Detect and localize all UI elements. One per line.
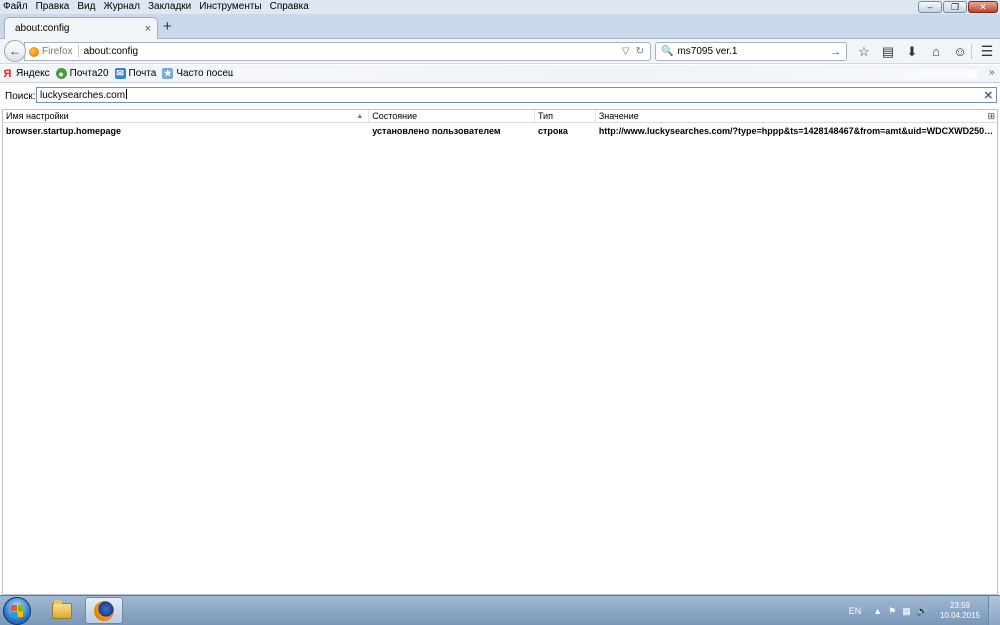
clear-search-icon[interactable]: ✕: [984, 89, 993, 102]
column-picker-icon[interactable]: ⊞: [987, 111, 995, 122]
search-bar[interactable]: 🔍 ms7095 ver.1 →: [655, 42, 847, 61]
menu-history[interactable]: Журнал: [99, 0, 144, 14]
menu-view[interactable]: Вид: [73, 0, 99, 14]
column-header-label: Имя настройки: [6, 111, 69, 121]
back-arrow-icon: ←: [9, 44, 21, 58]
back-button[interactable]: ←: [4, 40, 26, 62]
bookmarks-bar: Я Яндекс ● Почта20 ✉ Почта ★ Часто посещ…: [0, 65, 1000, 83]
folder-icon: [52, 599, 72, 619]
taskbar-explorer[interactable]: [43, 597, 81, 624]
table-row[interactable]: browser.startup.homepage установлено пол…: [3, 123, 997, 138]
menu-help[interactable]: Справка: [266, 0, 313, 14]
config-search-input[interactable]: luckysearches.com ✕: [36, 87, 997, 103]
tab-about-config[interactable]: about:config ×: [4, 17, 158, 39]
taskbar: EN ▲ ⚑ ▦ 🔊 23:59 10.04.2015: [0, 595, 1000, 625]
show-desktop-button[interactable]: [988, 596, 1000, 625]
bookmarks-menu-icon[interactable]: ▤: [876, 43, 900, 60]
pref-type: строка: [537, 125, 568, 136]
bookmark-pochta20[interactable]: ● Почта20: [55, 68, 109, 79]
minimize-button[interactable]: –: [918, 1, 942, 13]
identity-label: Firefox: [42, 46, 73, 57]
reload-icon[interactable]: ↻: [636, 46, 644, 57]
action-center-flag-icon[interactable]: ⚑: [888, 606, 896, 617]
clock-time: 23:59: [949, 601, 970, 610]
system-tray: EN ▲ ⚑ ▦ 🔊 23:59 10.04.2015: [849, 596, 1000, 625]
column-header-name[interactable]: Имя настройки ▲: [3, 110, 370, 122]
downloads-icon[interactable]: ⬇: [900, 43, 924, 60]
language-indicator[interactable]: EN: [849, 606, 862, 616]
bookmark-yandex[interactable]: Я Яндекс: [2, 67, 50, 80]
bookmark-pochta[interactable]: ✉ Почта: [114, 68, 157, 79]
firefox-logo-icon: [29, 46, 39, 57]
navigation-bar: Firefox about:config ▽ ↻ ← 🔍 ms7095 ver.…: [0, 39, 1000, 64]
pref-value: http://www.luckysearches.com/?type=hppp&…: [598, 125, 997, 136]
sort-ascending-icon: ▲: [356, 113, 364, 120]
network-icon[interactable]: ▦: [902, 606, 911, 617]
identity-box[interactable]: Firefox: [29, 45, 79, 58]
menu-edit[interactable]: Правка: [32, 0, 74, 14]
tab-close-icon[interactable]: ×: [145, 23, 151, 35]
column-header-label: Тип: [537, 111, 553, 121]
column-header-value[interactable]: Значение: [596, 110, 997, 122]
bookmark-label: Почта: [128, 68, 157, 79]
search-go-icon[interactable]: →: [830, 46, 841, 58]
url-input[interactable]: about:config: [84, 46, 622, 57]
yandex-icon: Я: [3, 67, 12, 80]
maximize-button[interactable]: ❐: [943, 1, 967, 13]
clock[interactable]: 23:59 10.04.2015: [940, 601, 980, 621]
clock-date: 10.04.2015: [939, 611, 980, 620]
window-controls: – ❐ ✕: [918, 1, 998, 13]
pref-status: установлено пользователем: [372, 125, 501, 136]
firefox-icon: [94, 600, 114, 621]
show-hidden-icons-icon[interactable]: ▲: [873, 606, 882, 616]
menu-bar: Файл Правка Вид Журнал Закладки Инструме…: [0, 0, 1000, 14]
toolbar-icons: ☆ ▤ ⬇ ⌂ ☺: [852, 43, 972, 60]
menu-bookmarks[interactable]: Закладки: [144, 0, 195, 14]
config-search-value[interactable]: luckysearches.com: [40, 89, 984, 101]
url-bar[interactable]: Firefox about:config ▽ ↻: [24, 42, 651, 61]
config-search-row: Поиск: luckysearches.com ✕: [0, 86, 1000, 106]
chat-icon[interactable]: ☺: [948, 43, 972, 60]
blurred-bookmarks-area: [233, 69, 978, 79]
column-header-label: Значение: [598, 111, 639, 121]
mail-icon: ✉: [114, 68, 126, 79]
preferences-table: Имя настройки ▲ Состояние Тип Значение ⊞…: [2, 109, 998, 595]
hamburger-menu-icon[interactable]: ☰: [978, 43, 996, 60]
search-input[interactable]: ms7095 ver.1: [677, 46, 830, 57]
toolbar-separator: [971, 44, 972, 59]
bookmarks-overflow-icon[interactable]: »: [989, 67, 995, 78]
start-button[interactable]: [3, 597, 31, 625]
volume-icon[interactable]: 🔊: [917, 606, 928, 617]
config-search-label: Поиск:: [5, 90, 36, 102]
pref-name: browser.startup.homepage: [6, 125, 122, 136]
taskbar-firefox[interactable]: [85, 597, 123, 624]
bookmark-star-icon[interactable]: ☆: [852, 43, 876, 60]
menu-file[interactable]: Файл: [0, 0, 32, 14]
windows-logo-icon: [11, 605, 23, 617]
home-icon[interactable]: ⌂: [924, 43, 948, 60]
menu-tools[interactable]: Инструменты: [195, 0, 265, 14]
column-header-label: Состояние: [372, 111, 418, 121]
url-dropdown-icon[interactable]: ▽: [622, 46, 630, 57]
bookmark-label: Почта20: [69, 68, 109, 79]
bookmark-label: Яндекс: [16, 68, 50, 79]
new-tab-button[interactable]: +: [163, 19, 172, 34]
table-header: Имя настройки ▲ Состояние Тип Значение ⊞: [3, 110, 997, 123]
pochta20-icon: ●: [55, 68, 67, 79]
column-header-status[interactable]: Состояние: [369, 110, 535, 122]
most-visited-icon: ★: [162, 68, 174, 79]
tab-title: about:config: [15, 23, 70, 34]
column-header-type[interactable]: Тип: [535, 110, 596, 122]
close-window-button[interactable]: ✕: [968, 1, 998, 13]
search-icon: 🔍: [661, 46, 674, 57]
tab-strip: about:config × +: [0, 14, 1000, 39]
